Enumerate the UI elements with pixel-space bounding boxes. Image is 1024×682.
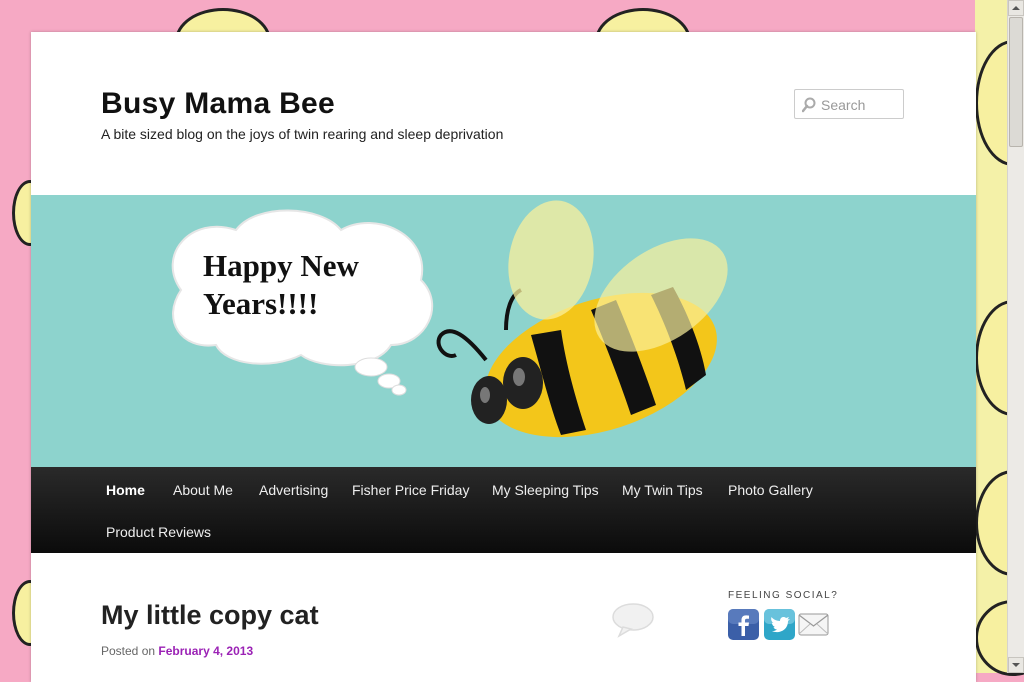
bubble-text-line: Years!!!! [203,286,319,321]
header-banner-image[interactable]: Happy New Years!!!! [31,195,976,467]
main-navigation: Home About Me Advertising Fisher Price F… [31,467,976,553]
scroll-up-button[interactable] [1008,0,1024,16]
post-title[interactable]: My little copy cat [101,600,319,631]
post-meta: Posted on February 4, 2013 [101,644,253,658]
arrow-down-icon [1012,663,1020,667]
bee-illustration [436,200,728,438]
site-title[interactable]: Busy Mama Bee [101,87,335,121]
vertical-scrollbar[interactable] [1007,0,1024,673]
search-box[interactable] [794,89,905,119]
facebook-icon[interactable] [728,609,759,640]
nav-home[interactable]: Home [106,482,145,498]
nav-product-reviews[interactable]: Product Reviews [106,524,211,540]
arrow-up-icon [1012,6,1020,10]
scroll-down-button[interactable] [1008,657,1024,673]
search-icon [802,97,816,113]
comment-bubble-icon[interactable] [611,602,655,638]
posted-on-label: Posted on [101,644,156,658]
nav-photo-gallery[interactable]: Photo Gallery [728,482,813,498]
site-description: A bite sized blog on the joys of twin re… [101,126,504,142]
nav-about-me[interactable]: About Me [173,482,233,498]
twitter-icon[interactable] [764,609,795,640]
bubble-text-line: Happy New [203,248,359,283]
nav-my-twin-tips[interactable]: My Twin Tips [622,482,703,498]
widget-title: FEELING SOCIAL? [728,590,839,601]
post-date-link[interactable]: February 4, 2013 [158,644,253,658]
nav-my-sleeping-tips[interactable]: My Sleeping Tips [492,482,599,498]
search-input[interactable] [819,94,905,116]
nav-advertising[interactable]: Advertising [259,482,328,498]
email-icon[interactable] [798,609,829,640]
page-container: Busy Mama Bee A bite sized blog on the j… [31,32,976,682]
nav-fisher-price-friday[interactable]: Fisher Price Friday [352,482,469,498]
bubble-text: Happy New Years!!!! [203,247,383,323]
scrollbar-thumb[interactable] [1009,17,1023,147]
